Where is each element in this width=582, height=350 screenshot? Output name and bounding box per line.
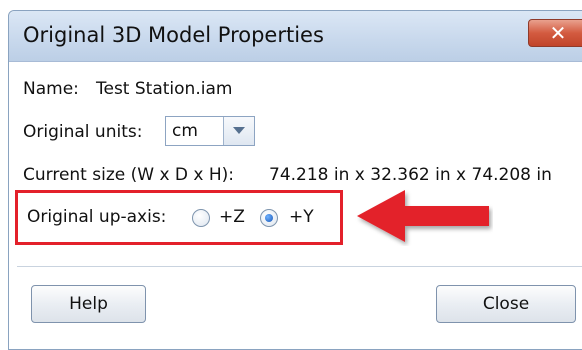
window-title: Original 3D Model Properties (23, 23, 324, 47)
radio-selected-dot (265, 214, 273, 222)
units-selected-value: cm (172, 121, 198, 141)
units-dropdown-toggle[interactable] (223, 117, 254, 145)
up-axis-z-label[interactable]: +Z (219, 207, 245, 227)
up-axis-z-radio[interactable] (192, 209, 210, 227)
annotation-arrow-icon (357, 190, 489, 242)
units-label: Original units: (23, 122, 143, 142)
name-label: Name: (23, 79, 79, 99)
title-bar[interactable]: Original 3D Model Properties ✕ (9, 11, 582, 62)
current-size-label: Current size (W x D x H): (23, 165, 235, 185)
close-window-button[interactable]: ✕ (528, 19, 582, 47)
properties-dialog: Original 3D Model Properties ✕ Name: Tes… (8, 10, 582, 350)
dialog-content: Name: Test Station.iam Original units: c… (9, 62, 582, 349)
close-button[interactable]: Close (436, 285, 576, 323)
help-button[interactable]: Help (31, 285, 146, 323)
separator (17, 266, 582, 267)
up-axis-y-radio[interactable] (260, 209, 278, 227)
name-value: Test Station.iam (96, 79, 233, 99)
current-size-value: 74.218 in x 32.362 in x 74.208 in (269, 165, 552, 185)
up-axis-y-label[interactable]: +Y (289, 207, 314, 227)
chevron-down-icon (233, 127, 245, 134)
up-axis-label: Original up-axis: (27, 207, 167, 227)
units-dropdown[interactable]: cm (165, 116, 255, 146)
